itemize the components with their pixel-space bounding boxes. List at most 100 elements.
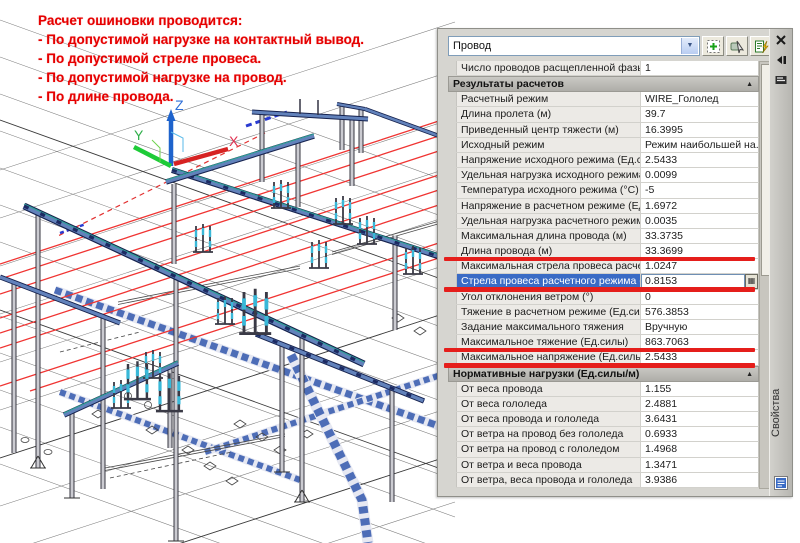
section-header[interactable]: Результаты расчетов ▲ (448, 76, 759, 93)
property-row[interactable]: Число проводов расщепленной фазы 1 (456, 61, 759, 77)
red-marker-annotation (444, 256, 755, 262)
properties-palette: Провод ▼ Число проводов расщепленной фаз… (437, 28, 793, 497)
property-label: Максимальная стрела провеса расчет... (456, 259, 641, 274)
property-row[interactable]: От ветра и веса провода 1.3471 (456, 457, 759, 473)
section-header[interactable]: Нормативные нагрузки (Ед.силы/м) ▲ (448, 365, 759, 382)
property-row[interactable]: Угол отклонения ветром (°) 0 (456, 289, 759, 305)
property-label: Исходный режим (456, 137, 641, 152)
object-selector-combobox[interactable]: Провод ▼ (448, 36, 700, 56)
red-marker-annotation (444, 363, 755, 368)
property-value: 39.7 (645, 108, 666, 121)
property-label: От веса провода и гололеда (456, 411, 641, 427)
property-value: 1.4968 (645, 443, 678, 456)
property-label: От ветра на провод без гололеда (456, 427, 641, 442)
property-value: Режим наибольшей на... (645, 138, 758, 151)
property-label: Расчетный режим (456, 92, 641, 107)
property-label: Напряжение исходного режима (Ед.си... (456, 152, 641, 168)
pickadd-toggle-button[interactable] (702, 36, 724, 56)
property-value: 0.0099 (645, 169, 678, 182)
property-value: 2.5433 (645, 153, 678, 166)
property-label: Число проводов расщепленной фазы (456, 61, 641, 76)
property-value: 2.4881 (645, 397, 678, 410)
select-objects-button[interactable] (726, 36, 748, 56)
red-marker-annotation (444, 347, 755, 353)
property-label: Длина пролета (м) (456, 107, 641, 122)
property-label: От ветра на провод с гололедом (456, 442, 641, 457)
annotation-note: Расчет ошиновки проводится: - По допусти… (38, 11, 364, 106)
property-row[interactable]: Максимальное тяжение (Ед.силы) 863.7063 (444, 335, 759, 353)
property-row[interactable]: Расчетный режим WIRE_Гололед (456, 92, 759, 108)
palette-titlebar: Свойства (769, 29, 792, 496)
property-row[interactable]: Длина пролета (м) 39.7 (456, 107, 759, 123)
property-value: 3.9386 (645, 473, 678, 486)
property-row[interactable]: Напряжение исходного режима (Ед.си... 2.5… (456, 152, 759, 169)
property-row[interactable]: Температура исходного режима (°C) -5 (456, 183, 759, 199)
property-label: От веса провода (456, 381, 641, 396)
property-row[interactable]: Максимальная стрела провеса расчет... 1.0… (456, 259, 759, 275)
property-row[interactable]: Задание максимального тяжения Вручную (456, 320, 759, 336)
red-marker-annotation (444, 287, 755, 292)
property-value: 16.3995 (645, 123, 683, 136)
property-row[interactable]: Тяжение в расчетном режиме (Ед.силы) 576.… (456, 304, 759, 320)
property-value: 0 (645, 290, 651, 303)
annotation-line: - По допустимой нагрузке на контактный в… (38, 32, 364, 47)
select-objects-icon (730, 40, 744, 53)
property-grid: Число проводов расщепленной фазы 1 Результ… (444, 61, 759, 488)
property-value: 0.0035 (645, 214, 678, 227)
property-label: Температура исходного режима (°C) (456, 183, 641, 198)
property-row[interactable]: От веса провода 1.155 (456, 381, 759, 397)
property-value: Вручную (645, 321, 688, 333)
property-label: Приведенный центр тяжести (м) (456, 122, 641, 137)
property-label: Задание максимального тяжения (456, 320, 641, 335)
property-value: -5 (645, 184, 655, 197)
property-value: 1.155 (645, 382, 672, 395)
annotation-line: - По допустимой нагрузке на провод. (38, 70, 287, 85)
property-label: Удельная нагрузка исходного режима... (456, 168, 641, 183)
property-row[interactable]: От ветра, веса провода и гололеда 3.9386 (456, 472, 759, 488)
auto-hide-pin-icon[interactable] (774, 53, 788, 67)
property-row[interactable]: Напряжение в расчетном режиме (Ед.с... 1.… (456, 198, 759, 214)
ucs-icon: Z Y X (132, 97, 239, 169)
property-row[interactable]: От веса гололеда 2.4881 (456, 396, 759, 412)
property-value: 1.3471 (645, 458, 678, 471)
close-icon[interactable] (774, 33, 788, 47)
object-selector-value: Провод (453, 40, 492, 52)
property-row[interactable]: Исходный режим Режим наибольшей на... (456, 137, 759, 153)
property-row[interactable]: От ветра на провод без гололеда 0.6933 (456, 427, 759, 443)
property-row[interactable]: Максимальная длина провода (м) 33.3735 (456, 228, 759, 245)
property-label: От веса гололеда (456, 396, 641, 411)
property-value: 1.0247 (645, 260, 678, 273)
property-label: Максимальная длина провода (м) (456, 228, 641, 244)
property-value: 576.3853 (645, 305, 689, 318)
property-label: Удельная нагрузка расчетного режим... (456, 213, 641, 228)
property-row[interactable]: Приведенный центр тяжести (м) 16.3995 (456, 122, 759, 138)
property-value: 3.6431 (645, 412, 678, 425)
property-row[interactable]: Максимальное напряжение (Ед.силы) 2.5433 (444, 350, 759, 368)
palette-title: Свойства (770, 388, 782, 438)
ucs-x-label: X (229, 133, 239, 149)
palette-menu-icon[interactable] (774, 73, 788, 87)
section-header-label: Результаты расчетов (453, 78, 564, 91)
property-label: Напряжение в расчетном режиме (Ед.с... (456, 198, 641, 213)
property-label: От ветра, веса провода и гололеда (456, 472, 641, 487)
property-value: 33.3735 (645, 229, 683, 242)
property-value: 1 (645, 62, 651, 74)
property-label: От ветра и веса провода (456, 457, 641, 472)
property-row[interactable]: От веса провода и гололеда 3.6431 (456, 411, 759, 428)
property-row[interactable]: Стрела провеса расчетного режима (м) 0.81… (444, 274, 759, 292)
annotation-title: Расчет ошиновки проводится: (38, 13, 243, 28)
collapse-arrow-icon[interactable]: ▲ (746, 77, 753, 91)
section-header-label: Нормативные нагрузки (Ед.силы/м) (453, 367, 640, 380)
quick-select-icon (754, 40, 769, 53)
property-row[interactable]: Длина провода (м) 33.3699 (444, 244, 759, 262)
ucs-y-label: Y (134, 127, 144, 143)
property-row[interactable]: Удельная нагрузка исходного режима... 0.0… (456, 168, 759, 184)
property-label: Тяжение в расчетном режиме (Ед.силы) (456, 304, 641, 319)
collapse-arrow-icon[interactable]: ▲ (746, 367, 753, 381)
properties-badge-icon (774, 476, 788, 490)
property-row[interactable]: От ветра на провод с гололедом 1.4968 (456, 442, 759, 458)
chevron-down-icon[interactable]: ▼ (681, 38, 698, 54)
property-row[interactable]: Удельная нагрузка расчетного режим... 0.0… (456, 213, 759, 229)
pickadd-icon (706, 39, 720, 53)
annotation-line: - По допустимой стреле провеса. (38, 51, 262, 66)
